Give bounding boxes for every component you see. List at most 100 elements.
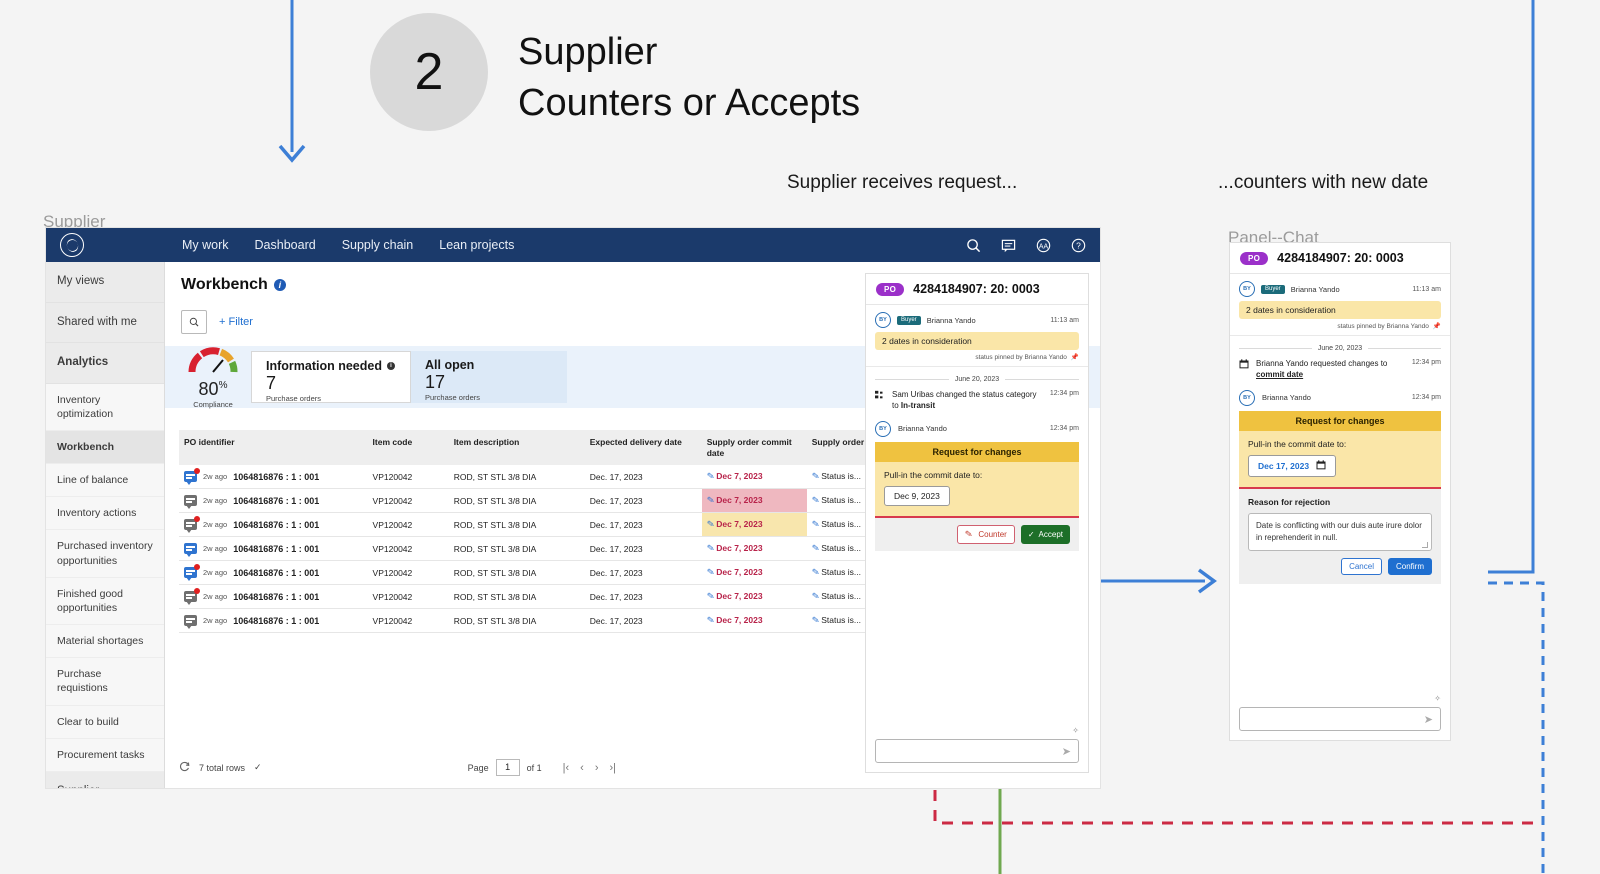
sidebar-item-inventory-optimization[interactable]: Inventory optimization: [46, 383, 164, 431]
cell-status-value: Status is...: [821, 615, 861, 626]
message-input[interactable]: ➤: [875, 739, 1079, 763]
prev-page-icon[interactable]: ‹: [580, 762, 584, 774]
sidebar-item-workbench[interactable]: Workbench: [46, 430, 164, 465]
sidebar-item-purchase-requistions[interactable]: Purchase requistions: [46, 658, 164, 706]
nav-tab-supply-chain[interactable]: Supply chain: [342, 238, 414, 252]
cell-expected-delivery-date: Dec. 17, 2023: [584, 560, 702, 586]
cell-item-description: ROD, ST STL 3/8 DIA: [448, 536, 585, 562]
message-input[interactable]: ➤: [1239, 707, 1441, 731]
cell-po-identifier[interactable]: 2w ago 1064816876 : 1 : 001: [179, 465, 368, 490]
last-page-icon[interactable]: ›|: [610, 762, 617, 774]
rejection-reason-textarea[interactable]: Date is conflicting with our duis aute i…: [1248, 512, 1432, 551]
request-card-label: Pull-in the commit date to:: [884, 469, 983, 480]
nav-tab-lean-projects[interactable]: Lean projects: [439, 238, 514, 252]
col-item-description[interactable]: Item description: [448, 430, 585, 466]
chat-indicator-icon[interactable]: [184, 543, 197, 558]
chat-indicator-icon[interactable]: [184, 495, 197, 510]
chat-indicator-icon[interactable]: [184, 516, 200, 534]
star-icon[interactable]: ✧: [1239, 694, 1441, 703]
accept-button[interactable]: ✓ Accept: [1020, 524, 1070, 544]
cell-po-identifier[interactable]: 2w ago 1064816876 : 1 : 001: [179, 488, 368, 514]
help-icon[interactable]: ?: [1071, 238, 1086, 253]
message-author-row: BY Brianna Yando 12:34 pm: [1230, 389, 1450, 406]
sidebar: My views Shared with me Analytics Invent…: [46, 262, 165, 788]
cell-item-code[interactable]: VP120042: [367, 608, 449, 634]
cell-commit-date[interactable]: ✎Dec 7, 2023: [701, 536, 807, 562]
rejection-block: Reason for rejection Date is conflicting…: [1239, 488, 1441, 584]
kpi-tile-all-open[interactable]: All open 17 Purchase orders: [411, 351, 567, 403]
chat-indicator-icon[interactable]: [184, 615, 197, 630]
counter-button[interactable]: ✎ Counter: [956, 524, 1015, 544]
timestamp: 12:34 pm: [1411, 359, 1441, 366]
first-page-icon[interactable]: |‹: [563, 762, 570, 774]
cell-commit-date-value: Dec 7, 2023: [716, 495, 763, 506]
send-icon[interactable]: ➤: [1062, 745, 1071, 758]
page-number-input[interactable]: 1: [495, 759, 520, 776]
cell-item-code[interactable]: VP120042: [367, 584, 449, 610]
cell-item-code[interactable]: VP120042: [367, 512, 449, 538]
sidebar-item-purchased-inventory-opportunities[interactable]: Purchased inventory opportunities: [46, 530, 164, 578]
sidebar-item-supplier-performance[interactable]: Supplier performance: [46, 771, 164, 788]
accessibility-icon[interactable]: AA: [1036, 238, 1051, 253]
cell-commit-date[interactable]: ✎Dec 7, 2023: [701, 608, 807, 634]
cell-item-code[interactable]: VP120042: [367, 465, 449, 490]
col-expected-delivery-date[interactable]: Expected delivery date: [584, 430, 702, 466]
star-icon[interactable]: ✧: [875, 726, 1079, 735]
cell-item-code[interactable]: VP120042: [367, 536, 449, 562]
cell-item-code[interactable]: VP120042: [367, 560, 449, 586]
cell-po-identifier[interactable]: 2w ago 1064816876 : 1 : 001: [179, 536, 368, 562]
search-input[interactable]: [181, 310, 207, 334]
cell-po-identifier[interactable]: 2w ago 1064816876 : 1 : 001: [179, 608, 368, 634]
cell-item-code[interactable]: VP120042: [367, 488, 449, 514]
pencil-icon: ✎: [705, 614, 715, 626]
counter-date-picker[interactable]: Dec 17, 2023: [1248, 454, 1337, 477]
timestamp: 12:34 pm: [1411, 394, 1441, 402]
cell-commit-date[interactable]: ✎Dec 7, 2023: [701, 512, 807, 538]
chat-icon[interactable]: [1001, 238, 1016, 253]
chat-indicator-icon[interactable]: [184, 564, 200, 582]
cell-commit-date[interactable]: ✎Dec 7, 2023: [701, 488, 807, 514]
confirm-button[interactable]: Confirm: [1387, 557, 1432, 575]
search-icon[interactable]: [966, 238, 981, 253]
cell-commit-date[interactable]: ✎Dec 7, 2023: [701, 560, 807, 586]
next-page-icon[interactable]: ›: [595, 762, 599, 774]
sidebar-item-analytics[interactable]: Analytics: [46, 343, 164, 384]
cancel-button[interactable]: Cancel: [1341, 557, 1382, 575]
info-icon[interactable]: i: [386, 362, 395, 370]
cell-po-identifier[interactable]: 2w ago 1064816876 : 1 : 001: [179, 560, 368, 586]
sidebar-item-procurement-tasks[interactable]: Procurement tasks: [46, 738, 164, 772]
calendar-icon[interactable]: [1316, 459, 1326, 472]
sidebar-item-shared-with-me[interactable]: Shared with me: [46, 302, 164, 344]
refresh-icon[interactable]: [179, 761, 190, 774]
sidebar-item-material-shortages[interactable]: Material shortages: [46, 625, 164, 659]
pin-icon[interactable]: 📌: [1071, 353, 1079, 361]
sidebar-item-clear-to-build[interactable]: Clear to build: [46, 705, 164, 739]
sidebar-item-line-of-balance[interactable]: Line of balance: [46, 464, 164, 498]
col-item-code[interactable]: Item code: [367, 430, 449, 466]
system-event-prefix: Brianna Yando requested changes to: [1256, 359, 1388, 368]
day-divider-label: June 20, 2023: [1317, 345, 1363, 352]
cell-item-description: ROD, ST STL 3/8 DIA: [448, 465, 585, 490]
sidebar-item-finished-good-opportunities[interactable]: Finished good opportunities: [46, 577, 164, 626]
col-po-identifier[interactable]: PO identifier: [179, 430, 368, 466]
sidebar-item-my-views[interactable]: My views: [46, 262, 164, 303]
send-icon[interactable]: ➤: [1424, 713, 1433, 726]
kpi-tile-information-needed[interactable]: Information needed i 7 Purchase orders: [251, 351, 411, 403]
system-event-emphasis[interactable]: commit date: [1256, 370, 1303, 379]
cell-po-identifier[interactable]: 2w ago 1064816876 : 1 : 001: [179, 584, 368, 610]
nav-tab-my-work[interactable]: My work: [182, 238, 229, 252]
cell-commit-date[interactable]: ✎Dec 7, 2023: [701, 465, 807, 490]
step-number: 2: [414, 43, 444, 101]
chat-indicator-icon[interactable]: [184, 468, 200, 486]
requested-date-value[interactable]: Dec 9, 2023: [884, 485, 950, 506]
nav-tab-dashboard[interactable]: Dashboard: [255, 238, 316, 252]
cell-po-identifier[interactable]: 2w ago 1064816876 : 1 : 001: [179, 512, 368, 538]
col-supply-order-commit-date[interactable]: Supply order commit date: [701, 430, 807, 466]
compliance-gauge: 80% Compliance: [183, 346, 243, 409]
cell-commit-date[interactable]: ✎Dec 7, 2023: [701, 584, 807, 610]
add-filter-button[interactable]: + Filter: [219, 316, 253, 328]
info-icon[interactable]: i: [273, 279, 286, 291]
chat-indicator-icon[interactable]: [184, 588, 200, 606]
pin-icon[interactable]: 📌: [1433, 322, 1441, 330]
sidebar-item-inventory-actions[interactable]: Inventory actions: [46, 497, 164, 531]
